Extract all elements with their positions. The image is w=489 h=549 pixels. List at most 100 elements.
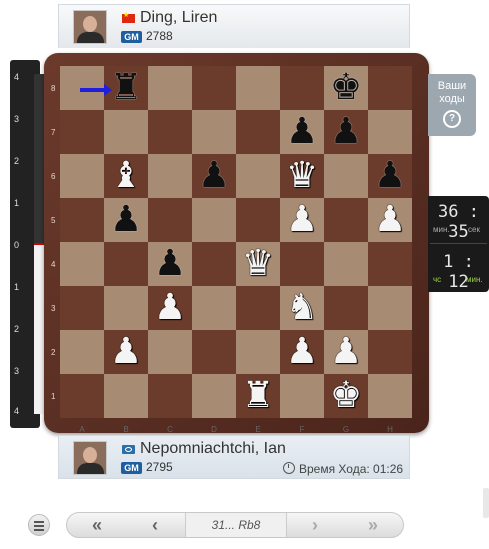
chess-piece-c4[interactable]: ♟ bbox=[148, 242, 192, 286]
next-move-button[interactable]: › bbox=[297, 513, 333, 537]
square-c1[interactable] bbox=[148, 374, 192, 418]
chess-piece-e1[interactable]: ♜ bbox=[236, 374, 280, 418]
square-h7[interactable] bbox=[368, 110, 412, 154]
rank-label: 4 bbox=[51, 260, 56, 269]
chess-piece-f6[interactable]: ♛ bbox=[280, 154, 324, 198]
square-h3[interactable] bbox=[368, 286, 412, 330]
player-rating: 2788 bbox=[146, 29, 173, 43]
chess-piece-g7[interactable]: ♟ bbox=[324, 110, 368, 154]
eval-label: 0 bbox=[14, 240, 20, 250]
eval-label: 3 bbox=[14, 366, 20, 376]
square-d5[interactable] bbox=[192, 198, 236, 242]
rank-label: 8 bbox=[51, 84, 56, 93]
square-c5[interactable] bbox=[148, 198, 192, 242]
square-h4[interactable] bbox=[368, 242, 412, 286]
square-b7[interactable] bbox=[104, 110, 148, 154]
eval-label: 2 bbox=[14, 156, 20, 166]
square-c8[interactable] bbox=[148, 66, 192, 110]
square-h1[interactable] bbox=[368, 374, 412, 418]
help-icon[interactable]: ? bbox=[443, 110, 461, 128]
chess-piece-f3[interactable]: ♞ bbox=[280, 286, 324, 330]
square-f4[interactable] bbox=[280, 242, 324, 286]
square-d1[interactable] bbox=[192, 374, 236, 418]
last-move-button[interactable]: » bbox=[355, 513, 391, 537]
square-a3[interactable] bbox=[60, 286, 104, 330]
square-e5[interactable] bbox=[236, 198, 280, 242]
top-clock-min-label: мин. bbox=[433, 225, 450, 234]
chess-piece-g2[interactable]: ♟ bbox=[324, 330, 368, 374]
file-label: E bbox=[255, 425, 261, 434]
file-label: G bbox=[342, 425, 350, 434]
eval-label: 1 bbox=[14, 198, 20, 208]
your-move-label-2: ходы bbox=[439, 93, 465, 105]
square-d8[interactable] bbox=[192, 66, 236, 110]
square-e8[interactable] bbox=[236, 66, 280, 110]
clock-icon bbox=[283, 462, 295, 474]
square-d3[interactable] bbox=[192, 286, 236, 330]
square-a6[interactable] bbox=[60, 154, 104, 198]
square-a7[interactable] bbox=[60, 110, 104, 154]
game-clocks: 36 : 35 мин. сек 1 : 12 чс мин. bbox=[428, 196, 489, 292]
chess-piece-f7[interactable]: ♟ bbox=[280, 110, 324, 154]
chess-piece-g1[interactable]: ♚ bbox=[324, 374, 368, 418]
square-d2[interactable] bbox=[192, 330, 236, 374]
bottom-clock-time: 1 : 12 bbox=[443, 252, 474, 292]
eval-label: 3 bbox=[14, 114, 20, 124]
square-a5[interactable] bbox=[60, 198, 104, 242]
chess-piece-e4[interactable]: ♛ bbox=[236, 242, 280, 286]
top-clock-sec-label: сек bbox=[468, 225, 480, 234]
square-a2[interactable] bbox=[60, 330, 104, 374]
square-c7[interactable] bbox=[148, 110, 192, 154]
square-b3[interactable] bbox=[104, 286, 148, 330]
your-move-panel[interactable]: Ваши ходы ? bbox=[428, 74, 476, 136]
file-label: B bbox=[123, 425, 129, 434]
scrollbar[interactable] bbox=[483, 488, 489, 518]
square-e3[interactable] bbox=[236, 286, 280, 330]
square-a4[interactable] bbox=[60, 242, 104, 286]
square-f8[interactable] bbox=[280, 66, 324, 110]
chess-piece-b5[interactable]: ♟ bbox=[104, 198, 148, 242]
rank-label: 6 bbox=[51, 172, 56, 181]
chess-piece-d6[interactable]: ♟ bbox=[192, 154, 236, 198]
square-e2[interactable] bbox=[236, 330, 280, 374]
square-g3[interactable] bbox=[324, 286, 368, 330]
eval-label: 1 bbox=[14, 282, 20, 292]
chess-piece-f2[interactable]: ♟ bbox=[280, 330, 324, 374]
prev-move-button[interactable]: ‹ bbox=[137, 513, 173, 537]
first-move-button[interactable]: « bbox=[79, 513, 115, 537]
square-f1[interactable] bbox=[280, 374, 324, 418]
square-e6[interactable] bbox=[236, 154, 280, 198]
player-name[interactable]: Ding, Liren bbox=[140, 9, 217, 27]
gm-title-badge: GM bbox=[121, 31, 142, 43]
chess-piece-f5[interactable]: ♟ bbox=[280, 198, 324, 242]
square-g4[interactable] bbox=[324, 242, 368, 286]
square-b1[interactable] bbox=[104, 374, 148, 418]
china-flag-icon bbox=[122, 11, 135, 23]
square-c2[interactable] bbox=[148, 330, 192, 374]
menu-icon-line bbox=[34, 521, 44, 523]
file-label: H bbox=[387, 425, 393, 434]
square-d4[interactable] bbox=[192, 242, 236, 286]
chess-piece-h6[interactable]: ♟ bbox=[368, 154, 412, 198]
chess-piece-g8[interactable]: ♚ bbox=[324, 66, 368, 110]
player-name[interactable]: Nepomniachtchi, Ian bbox=[140, 440, 286, 458]
gm-title-badge: GM bbox=[121, 462, 142, 474]
square-h2[interactable] bbox=[368, 330, 412, 374]
square-h8[interactable] bbox=[368, 66, 412, 110]
square-d7[interactable] bbox=[192, 110, 236, 154]
square-e7[interactable] bbox=[236, 110, 280, 154]
chess-piece-h5[interactable]: ♟ bbox=[368, 198, 412, 242]
square-c6[interactable] bbox=[148, 154, 192, 198]
square-b4[interactable] bbox=[104, 242, 148, 286]
clock-separator bbox=[430, 243, 487, 244]
chess-piece-c3[interactable]: ♟ bbox=[148, 286, 192, 330]
bottom-clock-hours-label: чс bbox=[433, 275, 442, 284]
file-label: F bbox=[299, 425, 305, 434]
chess-piece-b6[interactable]: ♝ bbox=[104, 154, 148, 198]
square-g6[interactable] bbox=[324, 154, 368, 198]
chess-board[interactable]: ♜ ♚ ♟ ♟ ♝ ♟ ♛ ♟ ♟ ♟ ♟ ♟ ♛ ♟ ♞ ♟ ♟ ♟ ♜ ♚ bbox=[60, 66, 412, 418]
square-a1[interactable] bbox=[60, 374, 104, 418]
menu-button[interactable] bbox=[28, 514, 50, 536]
chess-piece-b2[interactable]: ♟ bbox=[104, 330, 148, 374]
square-g5[interactable] bbox=[324, 198, 368, 242]
